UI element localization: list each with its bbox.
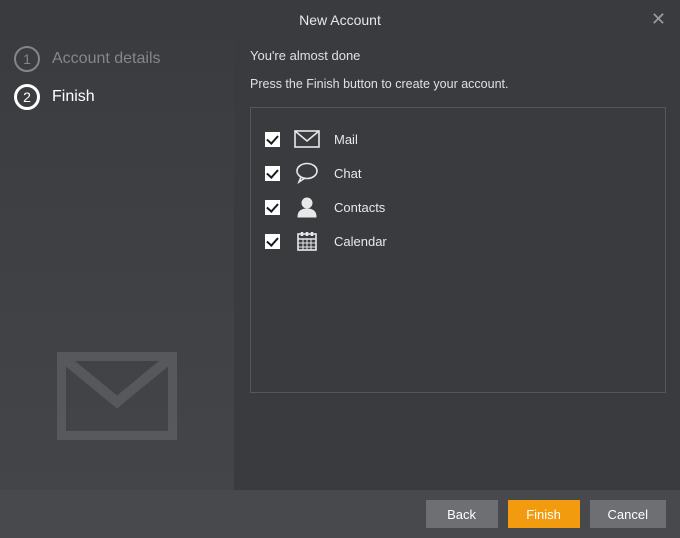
option-chat: Chat [265,156,651,190]
option-label: Contacts [334,200,385,215]
step-account-details[interactable]: 1 Account details [0,40,234,78]
option-label: Chat [334,166,361,181]
option-mail: Mail [265,122,651,156]
checkbox-chat[interactable] [265,166,280,181]
envelope-illustration [0,352,234,440]
finish-button[interactable]: Finish [508,500,580,528]
dialog-title: New Account [0,0,680,28]
step-label: Finish [52,88,95,106]
option-label: Mail [334,132,358,147]
footer-bar: Back Finish Cancel [0,490,680,538]
chat-icon [294,162,320,184]
step-number-badge: 1 [14,46,40,72]
checkbox-calendar[interactable] [265,234,280,249]
main-panel: You're almost done Press the Finish butt… [250,48,666,393]
calendar-icon [294,230,320,252]
subtitle-text: You're almost done [250,48,666,63]
checkbox-contacts[interactable] [265,200,280,215]
step-label: Account details [52,50,161,68]
checkbox-mail[interactable] [265,132,280,147]
sidebar: 1 Account details 2 Finish [0,40,234,490]
cancel-button[interactable]: Cancel [590,500,666,528]
option-calendar: Calendar [265,224,651,258]
instruction-text: Press the Finish button to create your a… [250,77,666,91]
mail-icon [294,130,320,148]
back-button[interactable]: Back [426,500,498,528]
option-label: Calendar [334,234,387,249]
option-contacts: Contacts [265,190,651,224]
step-finish[interactable]: 2 Finish [0,78,234,116]
options-container: Mail Chat Contacts [250,107,666,393]
contacts-icon [294,196,320,218]
close-icon[interactable]: ✕ [651,10,666,28]
step-number-badge: 2 [14,84,40,110]
